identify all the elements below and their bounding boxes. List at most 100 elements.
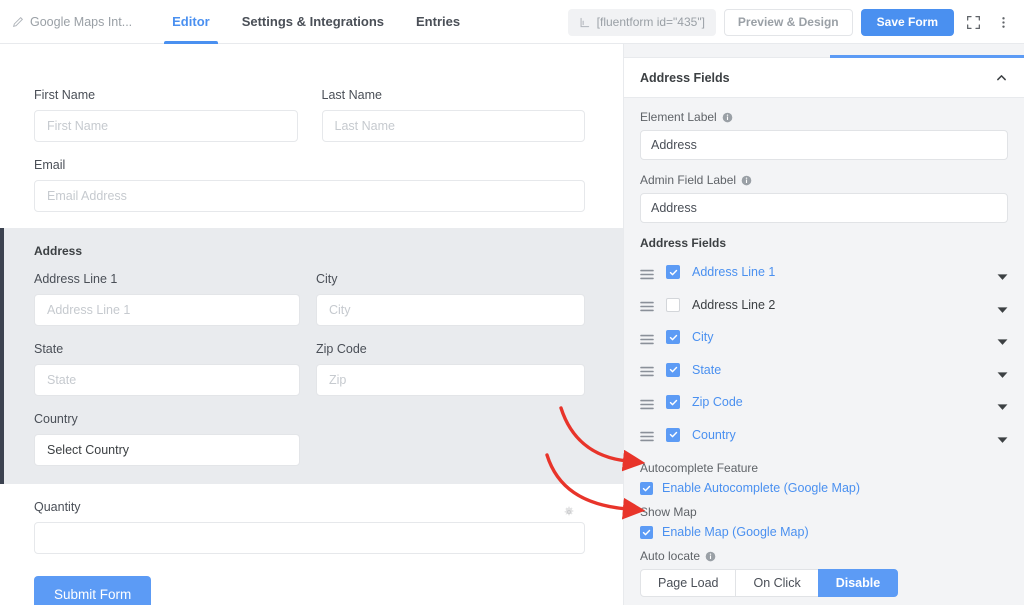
field-email[interactable]: Email Email Address <box>34 158 585 212</box>
form-title-text: Google Maps Int... <box>30 15 132 29</box>
autocomplete-option-row[interactable]: Enable Autocomplete (Google Map) <box>640 481 1008 495</box>
quantity-header: Quantity <box>34 500 585 522</box>
checkbox-zip-code[interactable] <box>666 395 680 409</box>
drag-handle-icon[interactable] <box>640 429 654 440</box>
drag-handle-icon[interactable] <box>640 332 654 343</box>
preview-design-label: Preview & Design <box>738 15 839 29</box>
chevron-up-icon[interactable] <box>995 71 1008 84</box>
pencil-icon <box>12 16 24 28</box>
country-select-value: Select Country <box>47 443 129 457</box>
field-country[interactable]: Country Select Country <box>34 412 300 466</box>
field-state[interactable]: State State <box>34 342 300 396</box>
chevron-down-icon[interactable] <box>997 301 1008 309</box>
field-city[interactable]: City City <box>316 272 585 326</box>
field-first-name[interactable]: First Name First Name <box>34 88 298 142</box>
auto-locate-option-disable[interactable]: Disable <box>818 569 898 597</box>
drag-handle-icon[interactable] <box>640 299 654 310</box>
top-toolbar: Google Maps Int... Editor Settings & Int… <box>0 0 1024 44</box>
drag-handle-icon[interactable] <box>640 397 654 408</box>
last-name-input[interactable]: Last Name <box>322 110 586 142</box>
admin-field-label-value: Address <box>651 201 697 215</box>
last-name-placeholder: Last Name <box>335 119 395 133</box>
chevron-down-icon[interactable] <box>997 366 1008 374</box>
checkbox-city[interactable] <box>666 330 680 344</box>
main-tabs: Editor Settings & Integrations Entries <box>156 0 476 44</box>
settings-panel-header[interactable]: Address Fields <box>624 58 1024 98</box>
address-field-label-city: City <box>692 330 985 344</box>
checkbox-enable-map[interactable] <box>640 526 653 539</box>
state-placeholder: State <box>47 373 76 387</box>
address-group-title: Address <box>34 244 585 258</box>
settings-panel-title: Address Fields <box>640 71 730 85</box>
country-select[interactable]: Select Country <box>34 434 300 466</box>
drag-handle-icon[interactable] <box>640 364 654 375</box>
tab-editor-label: Editor <box>172 14 210 29</box>
field-last-name[interactable]: Last Name Last Name <box>322 88 586 142</box>
field-zip-code[interactable]: Zip Code Zip <box>316 342 585 396</box>
field-quantity[interactable]: Quantity <box>34 500 585 554</box>
info-icon[interactable] <box>741 175 752 186</box>
last-name-label: Last Name <box>322 88 586 102</box>
chevron-down-icon[interactable] <box>997 398 1008 406</box>
element-label-value: Address <box>651 138 697 152</box>
field-address-line-1[interactable]: Address Line 1 Address Line 1 <box>34 272 300 326</box>
state-label: State <box>34 342 300 356</box>
chevron-down-icon[interactable] <box>997 333 1008 341</box>
address-field-row-zip-code[interactable]: Zip Code <box>640 386 1008 419</box>
shortcode-field[interactable]: [fluentform id="435"] <box>568 9 716 36</box>
tab-entries[interactable]: Entries <box>400 0 476 44</box>
fullscreen-icon[interactable] <box>962 9 984 35</box>
address-fields-section-title: Address Fields <box>640 236 1008 250</box>
form-builder-app: Google Maps Int... Editor Settings & Int… <box>0 0 1024 605</box>
info-icon[interactable] <box>705 551 716 562</box>
auto-locate-option-page-load[interactable]: Page Load <box>640 569 736 597</box>
state-input[interactable]: State <box>34 364 300 396</box>
checkbox-address-line-1[interactable] <box>666 265 680 279</box>
address-line-1-input[interactable]: Address Line 1 <box>34 294 300 326</box>
tab-editor[interactable]: Editor <box>156 0 226 44</box>
checkbox-state[interactable] <box>666 363 680 377</box>
info-icon[interactable] <box>722 112 733 123</box>
chevron-down-icon[interactable] <box>997 431 1008 439</box>
email-input[interactable]: Email Address <box>34 180 585 212</box>
quantity-input[interactable] <box>34 522 585 554</box>
address-field-row-address-line-2[interactable]: Address Line 2 <box>640 289 1008 322</box>
auto-locate-option-on-click-label: On Click <box>753 576 800 590</box>
form-preview-pane: First Name First Name Last Name Last Nam… <box>0 44 624 605</box>
city-placeholder: City <box>329 303 351 317</box>
zip-code-input[interactable]: Zip <box>316 364 585 396</box>
email-label: Email <box>34 158 585 172</box>
element-label-label: Element Label <box>640 110 1008 124</box>
first-name-input[interactable]: First Name <box>34 110 298 142</box>
chevron-down-icon[interactable] <box>997 268 1008 276</box>
drag-handle-icon[interactable] <box>640 267 654 278</box>
address-field-row-state[interactable]: State <box>640 354 1008 387</box>
gear-icon[interactable] <box>563 505 575 517</box>
save-form-button[interactable]: Save Form <box>861 9 954 36</box>
auto-locate-option-on-click[interactable]: On Click <box>735 569 818 597</box>
form-title[interactable]: Google Maps Int... <box>12 15 132 29</box>
address-field-row-address-line-1[interactable]: Address Line 1 <box>640 256 1008 289</box>
show-map-option-row[interactable]: Enable Map (Google Map) <box>640 525 1008 539</box>
city-input[interactable]: City <box>316 294 585 326</box>
address-field-row-city[interactable]: City <box>640 321 1008 354</box>
submit-form-button[interactable]: Submit Form <box>34 576 151 605</box>
first-name-placeholder: First Name <box>47 119 108 133</box>
settings-pane: Address Fields Element Label Address Adm… <box>624 44 1024 605</box>
more-vertical-icon[interactable] <box>992 9 1014 35</box>
tab-settings-integrations[interactable]: Settings & Integrations <box>226 0 400 44</box>
first-name-label: First Name <box>34 88 298 102</box>
preview-design-button[interactable]: Preview & Design <box>724 9 853 36</box>
submit-form-label: Submit Form <box>54 587 131 602</box>
element-label-input[interactable]: Address <box>640 130 1008 160</box>
checkbox-address-line-2[interactable] <box>666 298 680 312</box>
shortcode-text: [fluentform id="435"] <box>597 15 705 29</box>
address-row-1: Address Line 1 Address Line 1 City City <box>34 272 585 342</box>
address-field-row-country[interactable]: Country <box>640 419 1008 452</box>
address-field-group[interactable]: Address Address Line 1 Address Line 1 Ci… <box>0 228 623 484</box>
checkbox-country[interactable] <box>666 428 680 442</box>
admin-field-label-input[interactable]: Address <box>640 193 1008 223</box>
checkbox-enable-autocomplete[interactable] <box>640 482 653 495</box>
address-field-label-address-line-1: Address Line 1 <box>692 265 985 279</box>
admin-field-label-text: Admin Field Label <box>640 173 736 187</box>
